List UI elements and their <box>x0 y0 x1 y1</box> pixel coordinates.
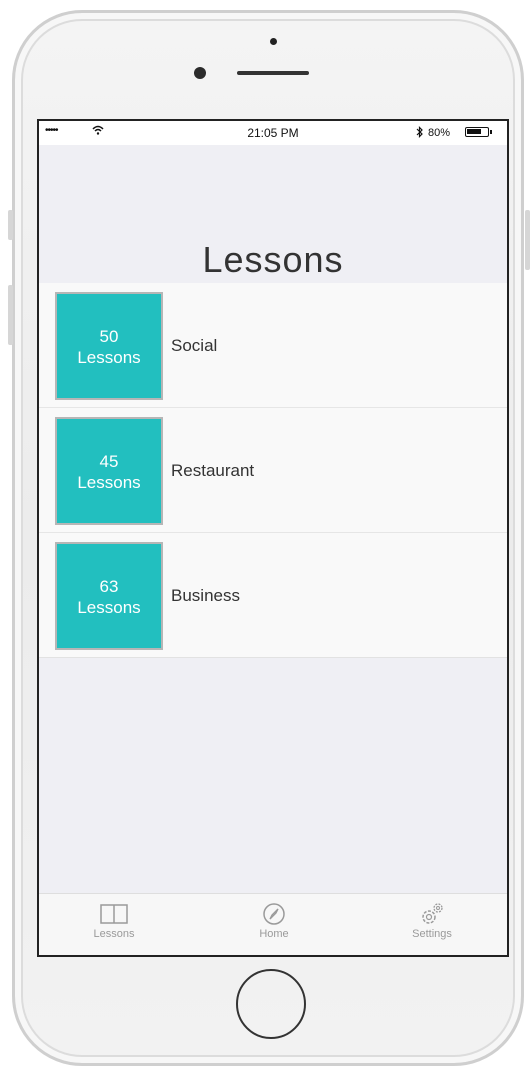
front-camera <box>194 67 206 79</box>
bluetooth-icon <box>416 126 424 141</box>
battery-percent: 80% <box>428 127 451 139</box>
list-item-restaurant[interactable]: 45 Lessons Restaurant <box>39 408 507 533</box>
list-item-social[interactable]: 50 Lessons Social <box>39 283 507 408</box>
lesson-count: 45 <box>99 452 119 471</box>
lesson-category-label: Social <box>171 336 218 355</box>
tab-lessons[interactable]: Lessons <box>64 902 164 940</box>
lesson-list: 50 Lessons Social 45 Lessons Restaurant … <box>39 283 507 658</box>
tab-settings[interactable]: Settings <box>382 902 482 940</box>
volume-up-button <box>8 285 13 345</box>
battery-level <box>467 129 482 134</box>
gears-icon <box>422 903 443 924</box>
mute-switch <box>8 210 13 240</box>
home-button[interactable] <box>236 969 306 1039</box>
battery-icon <box>465 127 492 137</box>
compass-icon <box>263 903 285 925</box>
tab-label: Settings <box>412 928 452 940</box>
lesson-category-label: Business <box>171 586 240 605</box>
status-bar: ••••• 21:05 PM 80% <box>39 121 507 145</box>
page-title: Lessons <box>202 239 344 280</box>
lesson-count-unit: Lessons <box>77 473 141 492</box>
lesson-category-label: Restaurant <box>171 461 255 480</box>
lesson-count-unit: Lessons <box>77 348 141 367</box>
tab-label: Home <box>259 928 289 940</box>
tab-home[interactable]: Home <box>224 902 324 940</box>
proximity-sensor <box>270 38 277 45</box>
power-button <box>525 210 530 270</box>
lesson-count: 63 <box>99 577 119 596</box>
screen: ••••• 21:05 PM 80% Lessons 50 Lessons So… <box>37 119 509 957</box>
book-icon <box>100 904 128 924</box>
list-item-business[interactable]: 63 Lessons Business <box>39 533 507 658</box>
tab-label: Lessons <box>93 928 135 940</box>
lesson-count-unit: Lessons <box>77 598 141 617</box>
lesson-count: 50 <box>99 327 119 346</box>
lesson-count-tile: 63 Lessons <box>55 542 163 650</box>
lesson-count-tile: 50 Lessons <box>55 292 163 400</box>
earpiece-speaker <box>237 71 309 75</box>
tab-bar: Lessons Home Settings <box>39 893 507 955</box>
lesson-count-tile: 45 Lessons <box>55 417 163 525</box>
